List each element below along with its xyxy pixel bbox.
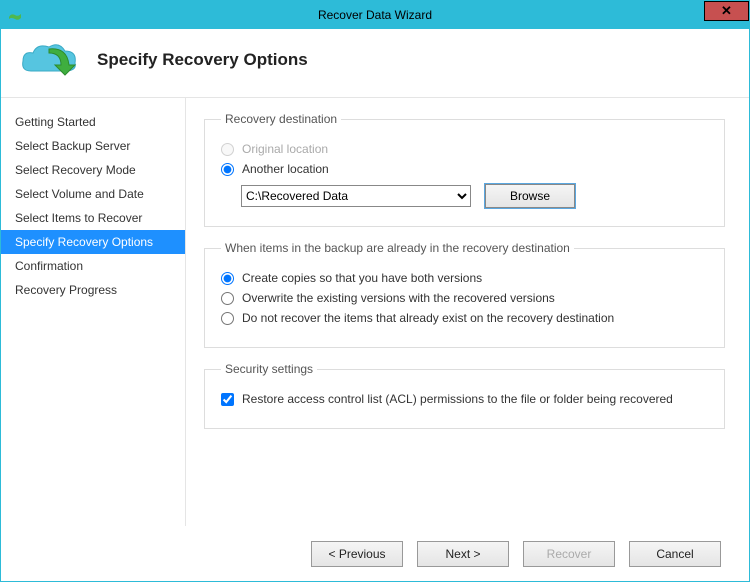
wizard-header: Specify Recovery Options [1, 29, 749, 98]
wizard-footer: < Previous Next > Recover Cancel [1, 526, 749, 582]
create-copies-radio[interactable] [221, 272, 234, 285]
sidebar-step-0[interactable]: Getting Started [1, 110, 185, 134]
security-settings-group: Security settings Restore access control… [204, 362, 725, 429]
original-location-radio [221, 143, 234, 156]
sidebar-step-6[interactable]: Confirmation [1, 254, 185, 278]
create-copies-label: Create copies so that you have both vers… [242, 271, 482, 285]
page-title: Specify Recovery Options [97, 50, 308, 70]
cloud-restore-icon [19, 41, 79, 79]
restore-acl-label: Restore access control list (ACL) permis… [242, 392, 673, 406]
overwrite-option[interactable]: Overwrite the existing versions with the… [221, 291, 708, 305]
skip-existing-radio[interactable] [221, 312, 234, 325]
sidebar-step-5[interactable]: Specify Recovery Options [1, 230, 185, 254]
restore-acl-checkbox[interactable] [221, 393, 234, 406]
another-location-option[interactable]: Another location [221, 162, 708, 176]
next-button[interactable]: Next > [417, 541, 509, 567]
another-location-label: Another location [242, 162, 329, 176]
sidebar-step-3[interactable]: Select Volume and Date [1, 182, 185, 206]
skip-existing-label: Do not recover the items that already ex… [242, 311, 614, 325]
sidebar-step-4[interactable]: Select Items to Recover [1, 206, 185, 230]
titlebar: Recover Data Wizard ✕ [1, 1, 749, 29]
overwrite-label: Overwrite the existing versions with the… [242, 291, 555, 305]
close-button[interactable]: ✕ [704, 1, 749, 21]
overwrite-radio[interactable] [221, 292, 234, 305]
close-icon: ✕ [721, 3, 732, 19]
original-location-label: Original location [242, 142, 328, 156]
recovery-destination-legend: Recovery destination [221, 112, 341, 126]
cancel-button[interactable]: Cancel [629, 541, 721, 567]
restore-acl-option[interactable]: Restore access control list (ACL) permis… [221, 392, 708, 406]
sidebar-step-7[interactable]: Recovery Progress [1, 278, 185, 302]
recovery-destination-group: Recovery destination Original location A… [204, 112, 725, 227]
original-location-option: Original location [221, 142, 708, 156]
conflict-resolution-group: When items in the backup are already in … [204, 241, 725, 348]
create-copies-option[interactable]: Create copies so that you have both vers… [221, 271, 708, 285]
wizard-steps-sidebar: Getting StartedSelect Backup ServerSelec… [1, 98, 186, 526]
window-title: Recover Data Wizard [1, 8, 749, 22]
conflict-legend: When items in the backup are already in … [221, 241, 574, 255]
recovery-path-select[interactable]: C:\Recovered Data [241, 185, 471, 207]
previous-button[interactable]: < Previous [311, 541, 403, 567]
browse-button[interactable]: Browse [485, 184, 575, 208]
main-content: Recovery destination Original location A… [186, 98, 749, 526]
security-legend: Security settings [221, 362, 317, 376]
recover-button: Recover [523, 541, 615, 567]
sidebar-step-2[interactable]: Select Recovery Mode [1, 158, 185, 182]
another-location-radio[interactable] [221, 163, 234, 176]
skip-existing-option[interactable]: Do not recover the items that already ex… [221, 311, 708, 325]
sidebar-step-1[interactable]: Select Backup Server [1, 134, 185, 158]
